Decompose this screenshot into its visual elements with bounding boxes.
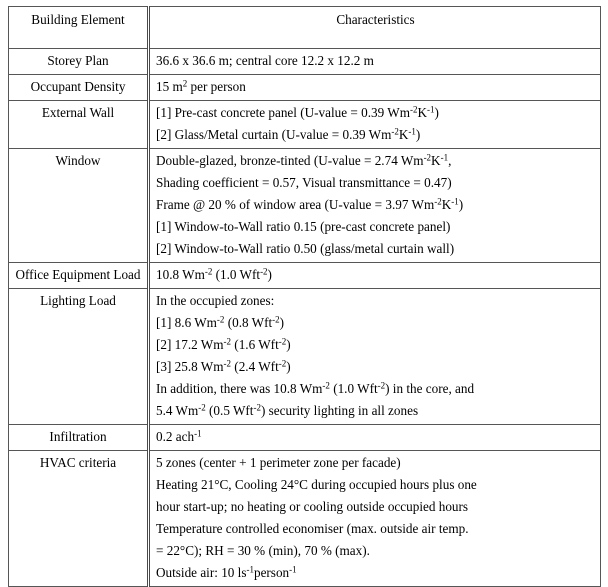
- table-row: Storey Plan 36.6 x 36.6 m; central core 1…: [8, 48, 601, 75]
- value-line: Shading coefficient = 0.57, Visual trans…: [156, 175, 452, 190]
- column-header-building-element: Building Element: [8, 6, 150, 49]
- table-row: Office Equipment Load 10.8 Wm-2 (1.0 Wft-…: [8, 262, 601, 289]
- value-line: [2] Window-to-Wall ratio 0.50 (glass/met…: [156, 241, 455, 256]
- superscript: -2: [223, 358, 231, 369]
- superscript: -2: [278, 358, 287, 369]
- row-label: External Wall: [41, 105, 115, 120]
- building-specification-table: Building Element Characteristics Storey …: [8, 6, 601, 587]
- value-line: = 22°C); RH = 30 % (min), 70 % (max).: [156, 543, 370, 558]
- value-line: In addition, there was 10.8 Wm-2 (1.0 Wf…: [156, 380, 475, 396]
- row-value-cell: Double-glazed, bronze-tinted (U-value = …: [148, 148, 601, 263]
- value-line: Temperature controlled economiser (max. …: [156, 521, 469, 536]
- row-label-cell: External Wall: [8, 100, 150, 149]
- row-value-cell: 5 zones (center + 1 perimeter zone per f…: [148, 450, 601, 587]
- row-label: Window: [55, 153, 101, 168]
- superscript: -2: [423, 152, 432, 163]
- value-line: [1] Pre-cast concrete panel (U-value = 0…: [156, 104, 439, 120]
- row-value-cell: In the occupied zones: [1] 8.6 Wm-2 (0.8 …: [148, 288, 601, 425]
- superscript: -1: [194, 428, 202, 439]
- row-label: Office Equipment Load: [15, 267, 141, 282]
- value-line: 0.2 ach-1: [156, 428, 202, 444]
- value-line: [2] Glass/Metal curtain (U-value = 0.39 …: [156, 126, 421, 142]
- value-line: hour start-up; no heating or cooling out…: [156, 499, 469, 514]
- value-line: 5.4 Wm-2 (0.5 Wft-2) security lighting i…: [156, 402, 419, 418]
- row-label-cell: Occupant Density: [8, 74, 150, 101]
- superscript: -1: [408, 126, 416, 137]
- superscript: -2: [377, 380, 386, 391]
- table-row: Lighting Load In the occupied zones: [1] 8…: [8, 288, 601, 425]
- superscript: -2: [216, 314, 225, 325]
- value-line: In the occupied zones:: [156, 293, 275, 308]
- row-label-cell: Window: [8, 148, 150, 263]
- row-label-cell: HVAC criteria: [8, 450, 150, 587]
- superscript: -2: [410, 104, 418, 115]
- table-row: HVAC criteria 5 zones (center + 1 perimet…: [8, 450, 601, 587]
- row-value-cell: 15 m2 per person: [148, 74, 601, 101]
- value-line: 15 m2 per person: [156, 78, 246, 94]
- value-line: 10.8 Wm-2 (1.0 Wft-2): [156, 266, 272, 282]
- value-line: [3] 25.8 Wm-2 (2.4 Wft-2): [156, 358, 291, 374]
- value-line: Double-glazed, bronze-tinted (U-value = …: [156, 152, 452, 168]
- value-line: Outside air: 10 ls-1person-1: [156, 564, 297, 580]
- value-line: 36.6 x 36.6 m; central core 12.2 x 12.2 …: [156, 53, 374, 68]
- superscript: -2: [391, 126, 399, 137]
- superscript: -2: [322, 380, 330, 391]
- superscript: 2: [182, 78, 188, 89]
- table-row: Infiltration 0.2 ach-1: [8, 424, 601, 451]
- row-label: Infiltration: [49, 429, 107, 444]
- superscript: -2: [272, 314, 280, 325]
- column-header-characteristics-label: Characteristics: [336, 12, 415, 27]
- table-row: Window Double-glazed, bronze-tinted (U-va…: [8, 148, 601, 263]
- table-header-row: Building Element Characteristics: [8, 6, 601, 49]
- row-label: Storey Plan: [47, 53, 109, 68]
- superscript: -2: [278, 336, 287, 347]
- superscript: -1: [427, 104, 435, 115]
- table-row: Occupant Density 15 m2 per person: [8, 74, 601, 101]
- row-label: Lighting Load: [40, 293, 116, 308]
- row-value-cell: [1] Pre-cast concrete panel (U-value = 0…: [148, 100, 601, 149]
- superscript: -1: [451, 196, 459, 207]
- row-value-cell: 36.6 x 36.6 m; central core 12.2 x 12.2 …: [148, 48, 601, 75]
- value-line: [1] Window-to-Wall ratio 0.15 (pre-cast …: [156, 219, 451, 234]
- row-label: HVAC criteria: [39, 455, 117, 470]
- value-line: [1] 8.6 Wm-2 (0.8 Wft-2): [156, 314, 285, 330]
- row-label-cell: Infiltration: [8, 424, 150, 451]
- superscript: -1: [246, 564, 254, 575]
- superscript: -1: [440, 152, 449, 163]
- value-line: Frame @ 20 % of window area (U-value = 3…: [156, 196, 464, 212]
- table-header: Building Element Characteristics: [8, 6, 601, 49]
- superscript: -2: [223, 336, 231, 347]
- row-label-cell: Office Equipment Load: [8, 262, 150, 289]
- superscript: -2: [260, 266, 268, 277]
- row-label-cell: Storey Plan: [8, 48, 150, 75]
- row-label-cell: Lighting Load: [8, 288, 150, 425]
- superscript: -2: [198, 402, 206, 413]
- value-line: 5 zones (center + 1 perimeter zone per f…: [156, 455, 401, 470]
- value-line: Heating 21°C, Cooling 24°C during occupi…: [156, 477, 477, 492]
- table-body: Storey Plan 36.6 x 36.6 m; central core 1…: [8, 48, 601, 587]
- column-header-characteristics: Characteristics: [148, 6, 601, 49]
- superscript: -2: [253, 402, 261, 413]
- row-value-cell: 0.2 ach-1: [148, 424, 601, 451]
- row-value-cell: 10.8 Wm-2 (1.0 Wft-2): [148, 262, 601, 289]
- superscript: -2: [204, 266, 213, 277]
- table-row: External Wall [1] Pre-cast concrete panel…: [8, 100, 601, 149]
- superscript: -1: [289, 564, 297, 575]
- value-line: [2] 17.2 Wm-2 (1.6 Wft-2): [156, 336, 291, 352]
- document-page: Building Element Characteristics Storey …: [0, 0, 608, 587]
- column-header-building-element-label: Building Element: [31, 12, 125, 27]
- row-label: Occupant Density: [30, 79, 126, 94]
- superscript: -2: [434, 196, 442, 207]
